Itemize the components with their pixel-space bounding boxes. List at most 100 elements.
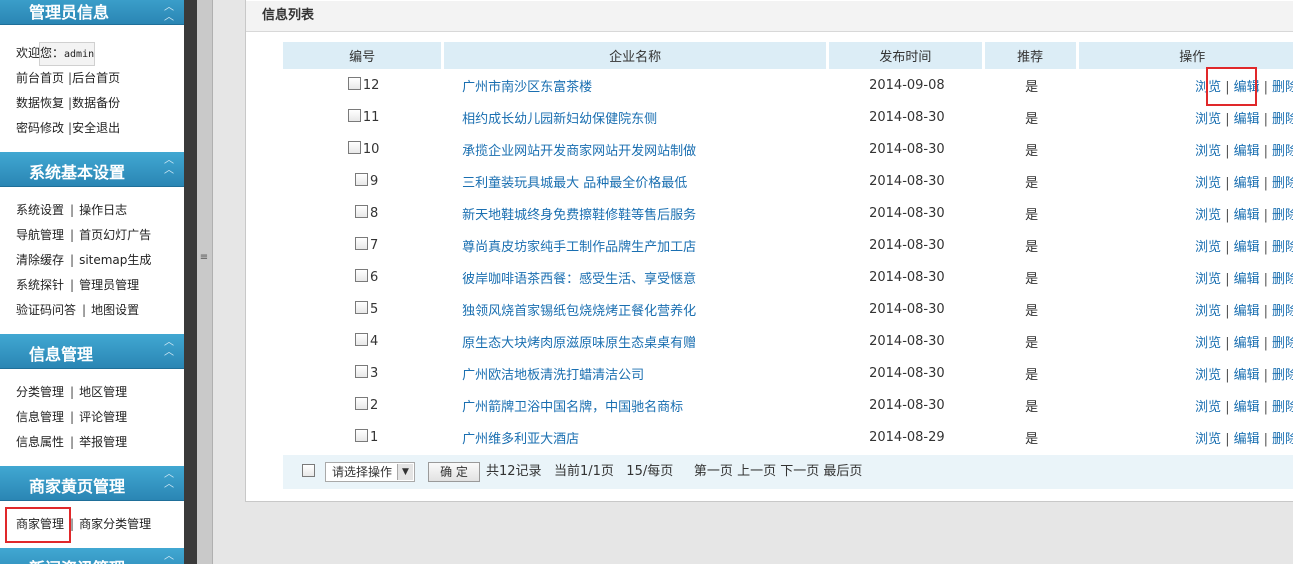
view-link[interactable]: 浏览 xyxy=(1195,368,1221,383)
section-header-merchant-yellowpages[interactable]: 商家黄页管理 ︿ ︿ xyxy=(0,466,184,501)
company-name-link[interactable]: 广州欧洁地板清洗打蜡清洁公司 xyxy=(462,368,644,383)
delete-link[interactable]: 删除 xyxy=(1272,336,1293,351)
edit-link[interactable]: 编辑 xyxy=(1234,208,1260,223)
view-link[interactable]: 浏览 xyxy=(1195,400,1221,415)
confirm-button[interactable]: 确 定 xyxy=(428,462,480,482)
sidebar-item-map-settings[interactable]: 地图设置 xyxy=(91,303,139,317)
grip-icon[interactable]: ≡ xyxy=(198,252,210,263)
view-link[interactable]: 浏览 xyxy=(1195,272,1221,287)
sidebar-item-info-attributes[interactable]: 信息属性 xyxy=(16,435,64,449)
edit-link[interactable]: 编辑 xyxy=(1234,432,1260,447)
company-name-link[interactable]: 原生态大块烤肉原滋原味原生态桌桌有赠 xyxy=(462,336,696,351)
view-link[interactable]: 浏览 xyxy=(1195,112,1221,127)
edit-link[interactable]: 编辑 xyxy=(1234,368,1260,383)
edit-link[interactable]: 编辑 xyxy=(1234,400,1260,415)
edit-link[interactable]: 编辑 xyxy=(1234,240,1260,255)
row-checkbox[interactable] xyxy=(354,397,368,410)
section-header-system-settings[interactable]: 系统基本设置 ︿ ︿ xyxy=(0,152,184,187)
sidebar-item-operation-log[interactable]: 操作日志 xyxy=(79,203,127,217)
collapse-icon[interactable]: ︿︿ xyxy=(164,470,174,490)
view-link[interactable]: 浏览 xyxy=(1195,144,1221,159)
sidebar-item-backend-home[interactable]: 后台首页 xyxy=(72,71,120,85)
collapse-icon[interactable]: ︿︿ xyxy=(164,552,174,564)
company-name-link[interactable]: 彼岸咖啡语茶西餐：感受生活、享受惬意 xyxy=(462,272,696,287)
view-link[interactable]: 浏览 xyxy=(1195,432,1221,447)
column-header-recommended[interactable]: 推荐 xyxy=(984,42,1079,69)
row-checkbox[interactable] xyxy=(347,141,361,154)
sidebar-item-region-management[interactable]: 地区管理 xyxy=(79,385,127,399)
company-name-link[interactable]: 三利童装玩具城最大 品种最全价格最低 xyxy=(462,176,687,191)
sidebar-item-change-password[interactable]: 密码修改 xyxy=(16,121,64,135)
sidebar-item-admin-management[interactable]: 管理员管理 xyxy=(79,278,139,292)
row-checkbox[interactable] xyxy=(347,77,361,90)
delete-link[interactable]: 删除 xyxy=(1272,368,1293,383)
delete-link[interactable]: 删除 xyxy=(1272,400,1293,415)
splitter-handle[interactable]: ≡ xyxy=(197,0,213,564)
column-header-id[interactable]: 编号 xyxy=(283,42,445,69)
company-name-link[interactable]: 广州箭牌卫浴中国名牌，中国驰名商标 xyxy=(462,400,683,415)
delete-link[interactable]: 删除 xyxy=(1272,80,1293,95)
row-checkbox[interactable] xyxy=(354,269,368,282)
edit-link[interactable]: 编辑 xyxy=(1234,176,1260,191)
edit-link[interactable]: 编辑 xyxy=(1234,80,1260,95)
sidebar-item-homepage-slider[interactable]: 首页幻灯广告 xyxy=(79,228,151,242)
row-checkbox[interactable] xyxy=(354,429,368,442)
row-checkbox[interactable] xyxy=(354,237,368,250)
view-link[interactable]: 浏览 xyxy=(1195,304,1221,319)
row-checkbox[interactable] xyxy=(354,173,368,186)
sidebar-item-merchant-management[interactable]: 商家管理 xyxy=(16,517,64,531)
company-name-link[interactable]: 新天地鞋城终身免费擦鞋修鞋等售后服务 xyxy=(462,208,696,223)
row-checkbox[interactable] xyxy=(347,109,361,122)
company-name-link[interactable]: 承揽企业网站开发商家网站开发网站制做 xyxy=(462,144,696,159)
row-checkbox[interactable] xyxy=(354,301,368,314)
batch-action-select[interactable]: 请选择操作 ▼ xyxy=(325,462,415,482)
view-link[interactable]: 浏览 xyxy=(1195,176,1221,191)
delete-link[interactable]: 删除 xyxy=(1272,432,1293,447)
company-name-link[interactable]: 广州维多利亚大酒店 xyxy=(462,432,579,447)
last-page-link[interactable]: 最后页 xyxy=(823,464,862,479)
company-name-link[interactable]: 独领风烧首家锡纸包烧烧烤正餐化营养化 xyxy=(462,304,696,319)
view-link[interactable]: 浏览 xyxy=(1195,336,1221,351)
section-header-news[interactable]: 新闻资讯管理 ︿︿ xyxy=(0,548,184,564)
sidebar-item-frontend-home[interactable]: 前台首页 xyxy=(16,71,64,85)
sidebar-item-data-backup[interactable]: 数据备份 xyxy=(72,96,120,110)
delete-link[interactable]: 删除 xyxy=(1272,208,1293,223)
view-link[interactable]: 浏览 xyxy=(1195,80,1221,95)
sidebar-item-comment-management[interactable]: 评论管理 xyxy=(79,410,127,424)
delete-link[interactable]: 删除 xyxy=(1272,240,1293,255)
column-header-company-name[interactable]: 企业名称 xyxy=(444,42,830,69)
sidebar-item-nav-management[interactable]: 导航管理 xyxy=(16,228,64,242)
collapse-icon[interactable]: ︿︿ xyxy=(164,3,174,23)
company-name-link[interactable]: 尊尚真皮坊家纯手工制作品牌生产加工店 xyxy=(462,240,696,255)
sidebar-item-info-management[interactable]: 信息管理 xyxy=(16,410,64,424)
collapse-icon[interactable]: ︿︿ xyxy=(164,338,174,358)
dropdown-arrow-icon[interactable]: ▼ xyxy=(397,464,413,480)
edit-link[interactable]: 编辑 xyxy=(1234,304,1260,319)
prev-page-link[interactable]: 上一页 xyxy=(737,464,776,479)
sidebar-item-system-settings[interactable]: 系统设置 xyxy=(16,203,64,217)
edit-link[interactable]: 编辑 xyxy=(1234,272,1260,287)
column-header-publish-date[interactable]: 发布时间 xyxy=(829,42,985,69)
row-checkbox[interactable] xyxy=(354,205,368,218)
sidebar-item-sitemap[interactable]: sitemap生成 xyxy=(79,253,151,267)
row-checkbox[interactable] xyxy=(354,365,368,378)
delete-link[interactable]: 删除 xyxy=(1272,304,1293,319)
edit-link[interactable]: 编辑 xyxy=(1234,112,1260,127)
sidebar-item-data-restore[interactable]: 数据恢复 xyxy=(16,96,64,110)
sidebar-item-captcha-qa[interactable]: 验证码问答 xyxy=(16,303,76,317)
delete-link[interactable]: 删除 xyxy=(1272,272,1293,287)
collapse-icon[interactable]: ︿︿ xyxy=(164,156,174,176)
sidebar-item-logout[interactable]: 安全退出 xyxy=(72,121,120,135)
section-header-info-management[interactable]: 信息管理 ︿ ︿ xyxy=(0,334,184,369)
delete-link[interactable]: 删除 xyxy=(1272,144,1293,159)
sidebar-item-report-management[interactable]: 举报管理 xyxy=(79,435,127,449)
edit-link[interactable]: 编辑 xyxy=(1234,144,1260,159)
edit-link[interactable]: 编辑 xyxy=(1234,336,1260,351)
delete-link[interactable]: 删除 xyxy=(1272,112,1293,127)
delete-link[interactable]: 删除 xyxy=(1272,176,1293,191)
sidebar-item-system-probe[interactable]: 系统探针 xyxy=(16,278,64,292)
sidebar-item-category-management[interactable]: 分类管理 xyxy=(16,385,64,399)
company-name-link[interactable]: 相约成长幼儿园新妇幼保健院东侧 xyxy=(462,112,657,127)
row-checkbox[interactable] xyxy=(354,333,368,346)
view-link[interactable]: 浏览 xyxy=(1195,240,1221,255)
